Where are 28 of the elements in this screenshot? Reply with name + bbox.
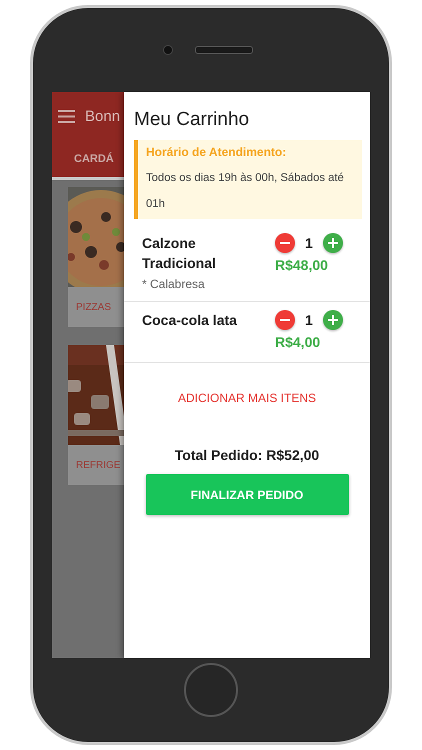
cart-title: Meu Carrinho (133, 108, 250, 131)
camera-icon (163, 45, 173, 55)
item-note: * Calabresa (142, 277, 206, 291)
item-name: Calzone Tradicional (142, 234, 217, 273)
plus-icon (326, 237, 339, 249)
item-price: R$48,00 (275, 257, 328, 273)
checkout-button[interactable]: FINALIZAR PEDIDO (146, 474, 348, 515)
speaker-slot (195, 46, 253, 54)
menu-icon[interactable] (58, 110, 75, 122)
item-name: Coca-cola lata (142, 311, 238, 330)
category-label: REFRIGE (75, 458, 122, 472)
notice-text: Todos os dias 19h às 00h, Sábados até 01h (146, 171, 345, 212)
home-button[interactable] (184, 663, 238, 717)
item-quantity: 1 (305, 312, 313, 328)
order-total: Total Pedido: R$52,00 (174, 447, 320, 463)
app-title: Bonn (85, 108, 120, 124)
increase-button[interactable] (322, 233, 343, 253)
add-more-link[interactable]: ADICIONAR MAIS ITENS (174, 389, 320, 407)
plus-icon (326, 314, 339, 326)
category-label: PIZZAS (75, 300, 112, 314)
decrease-button[interactable] (275, 310, 295, 330)
decrease-button[interactable] (275, 233, 295, 253)
category-card[interactable]: PIZZAS (68, 187, 124, 327)
increase-button[interactable] (322, 310, 343, 330)
notice-title: Horário de Atendimento: (146, 144, 288, 160)
item-price: R$4,00 (275, 334, 320, 350)
item-quantity: 1 (305, 235, 313, 251)
category-card[interactable]: REFRIGE (68, 345, 124, 485)
